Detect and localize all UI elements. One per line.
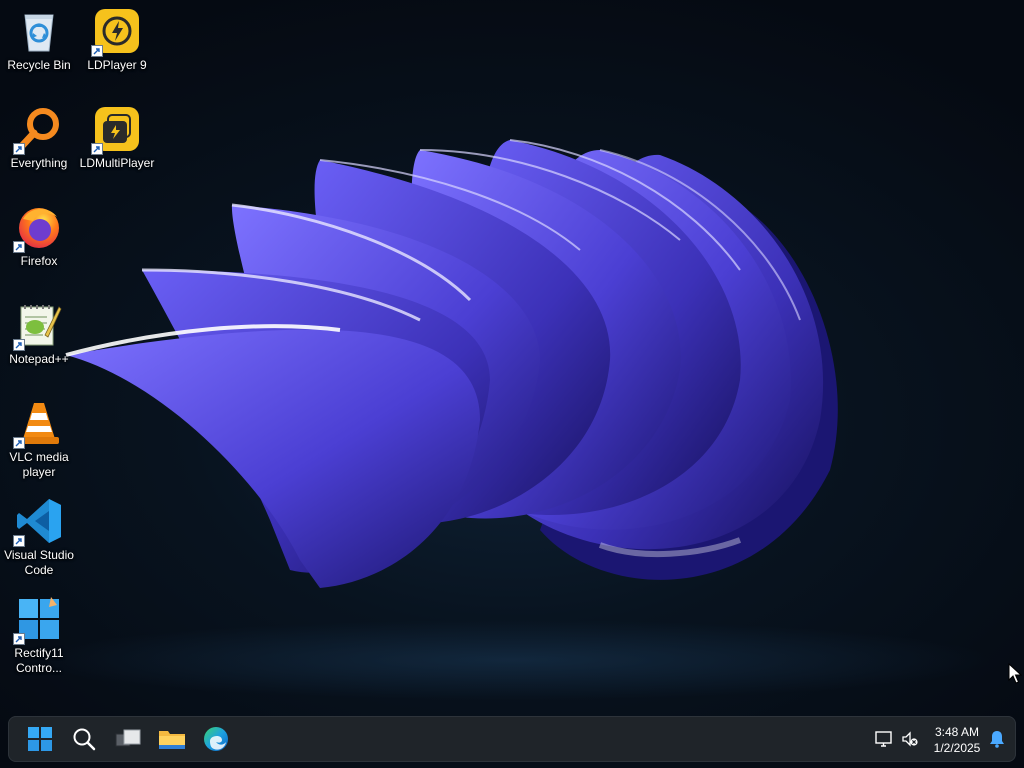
desktop-icon-label: LDPlayer 9 xyxy=(87,58,147,72)
desktop-icon-label: Rectify11 Contro... xyxy=(14,646,64,675)
shortcut-arrow-icon xyxy=(13,339,25,351)
search-icon xyxy=(73,728,96,751)
network-ethernet-icon xyxy=(875,731,892,747)
edge-button[interactable] xyxy=(200,723,232,755)
edge-icon xyxy=(204,727,228,751)
shortcut-arrow-icon xyxy=(91,143,103,155)
rectify11-icon xyxy=(13,595,63,645)
file-explorer-icon xyxy=(159,731,185,749)
desktop-icon-ldmultiplayer[interactable]: LDMultiPlayer xyxy=(79,105,155,171)
desktop-icon-rectify11[interactable]: Rectify11 Contro... xyxy=(1,595,77,676)
everything-search-icon xyxy=(13,105,63,155)
ldplayer-icon xyxy=(91,7,141,57)
desktop-icon-label: Everything xyxy=(10,156,68,170)
desktop-icon-everything[interactable]: Everything xyxy=(1,105,77,171)
shortcut-arrow-icon xyxy=(13,241,25,253)
bloom-petals xyxy=(65,139,838,588)
desktop-icon-notepadpp[interactable]: Notepad++ xyxy=(1,301,77,367)
desktop-icon-firefox[interactable]: Firefox xyxy=(1,203,77,269)
file-explorer-button[interactable] xyxy=(156,723,188,755)
volume-muted-icon xyxy=(902,731,918,747)
clock-time: 3:48 AM xyxy=(934,725,980,739)
task-view-icon xyxy=(115,729,141,747)
shortcut-arrow-icon xyxy=(91,45,103,57)
shortcut-arrow-icon xyxy=(13,633,25,645)
taskbar: 3:48 AM 1/2/2025 xyxy=(8,716,1016,762)
notepad-plus-plus-icon xyxy=(13,301,63,351)
mouse-cursor-icon xyxy=(1008,663,1022,684)
desktop-icon-recycle-bin[interactable]: Recycle Bin xyxy=(1,7,77,73)
desktop-icon-label: Notepad++ xyxy=(9,352,69,366)
shortcut-arrow-icon xyxy=(13,143,25,155)
vlc-icon xyxy=(13,399,63,449)
task-view-button[interactable] xyxy=(112,723,144,755)
clock[interactable]: 3:48 AM 1/2/2025 xyxy=(928,724,986,756)
notifications-button[interactable] xyxy=(986,716,1008,762)
search-button[interactable] xyxy=(68,723,100,755)
network-tray-button[interactable] xyxy=(872,716,896,762)
start-button[interactable] xyxy=(24,723,56,755)
volume-tray-button[interactable] xyxy=(898,716,922,762)
desktop-icon-label: Firefox xyxy=(20,254,58,268)
bell-icon xyxy=(990,731,1004,748)
clock-date: 1/2/2025 xyxy=(933,741,981,755)
ldmultiplayer-icon xyxy=(91,105,141,155)
start-icon xyxy=(28,727,52,751)
desktop-icon-ldplayer[interactable]: LDPlayer 9 xyxy=(79,7,155,73)
firefox-icon xyxy=(13,203,63,253)
recycle-bin-icon xyxy=(15,7,63,55)
desktop-icon-vscode[interactable]: Visual Studio Code xyxy=(1,497,77,578)
desktop-icon-label: Recycle Bin xyxy=(7,58,71,72)
desktop-icon-label: Visual Studio Code xyxy=(4,548,74,577)
shortcut-arrow-icon xyxy=(13,535,25,547)
shortcut-arrow-icon xyxy=(13,437,25,449)
vscode-icon xyxy=(13,497,63,547)
desktop-icon-vlc[interactable]: VLC media player xyxy=(1,399,77,480)
desktop-icon-label: LDMultiPlayer xyxy=(79,156,155,170)
desktop-icon-label: VLC media player xyxy=(9,450,69,479)
